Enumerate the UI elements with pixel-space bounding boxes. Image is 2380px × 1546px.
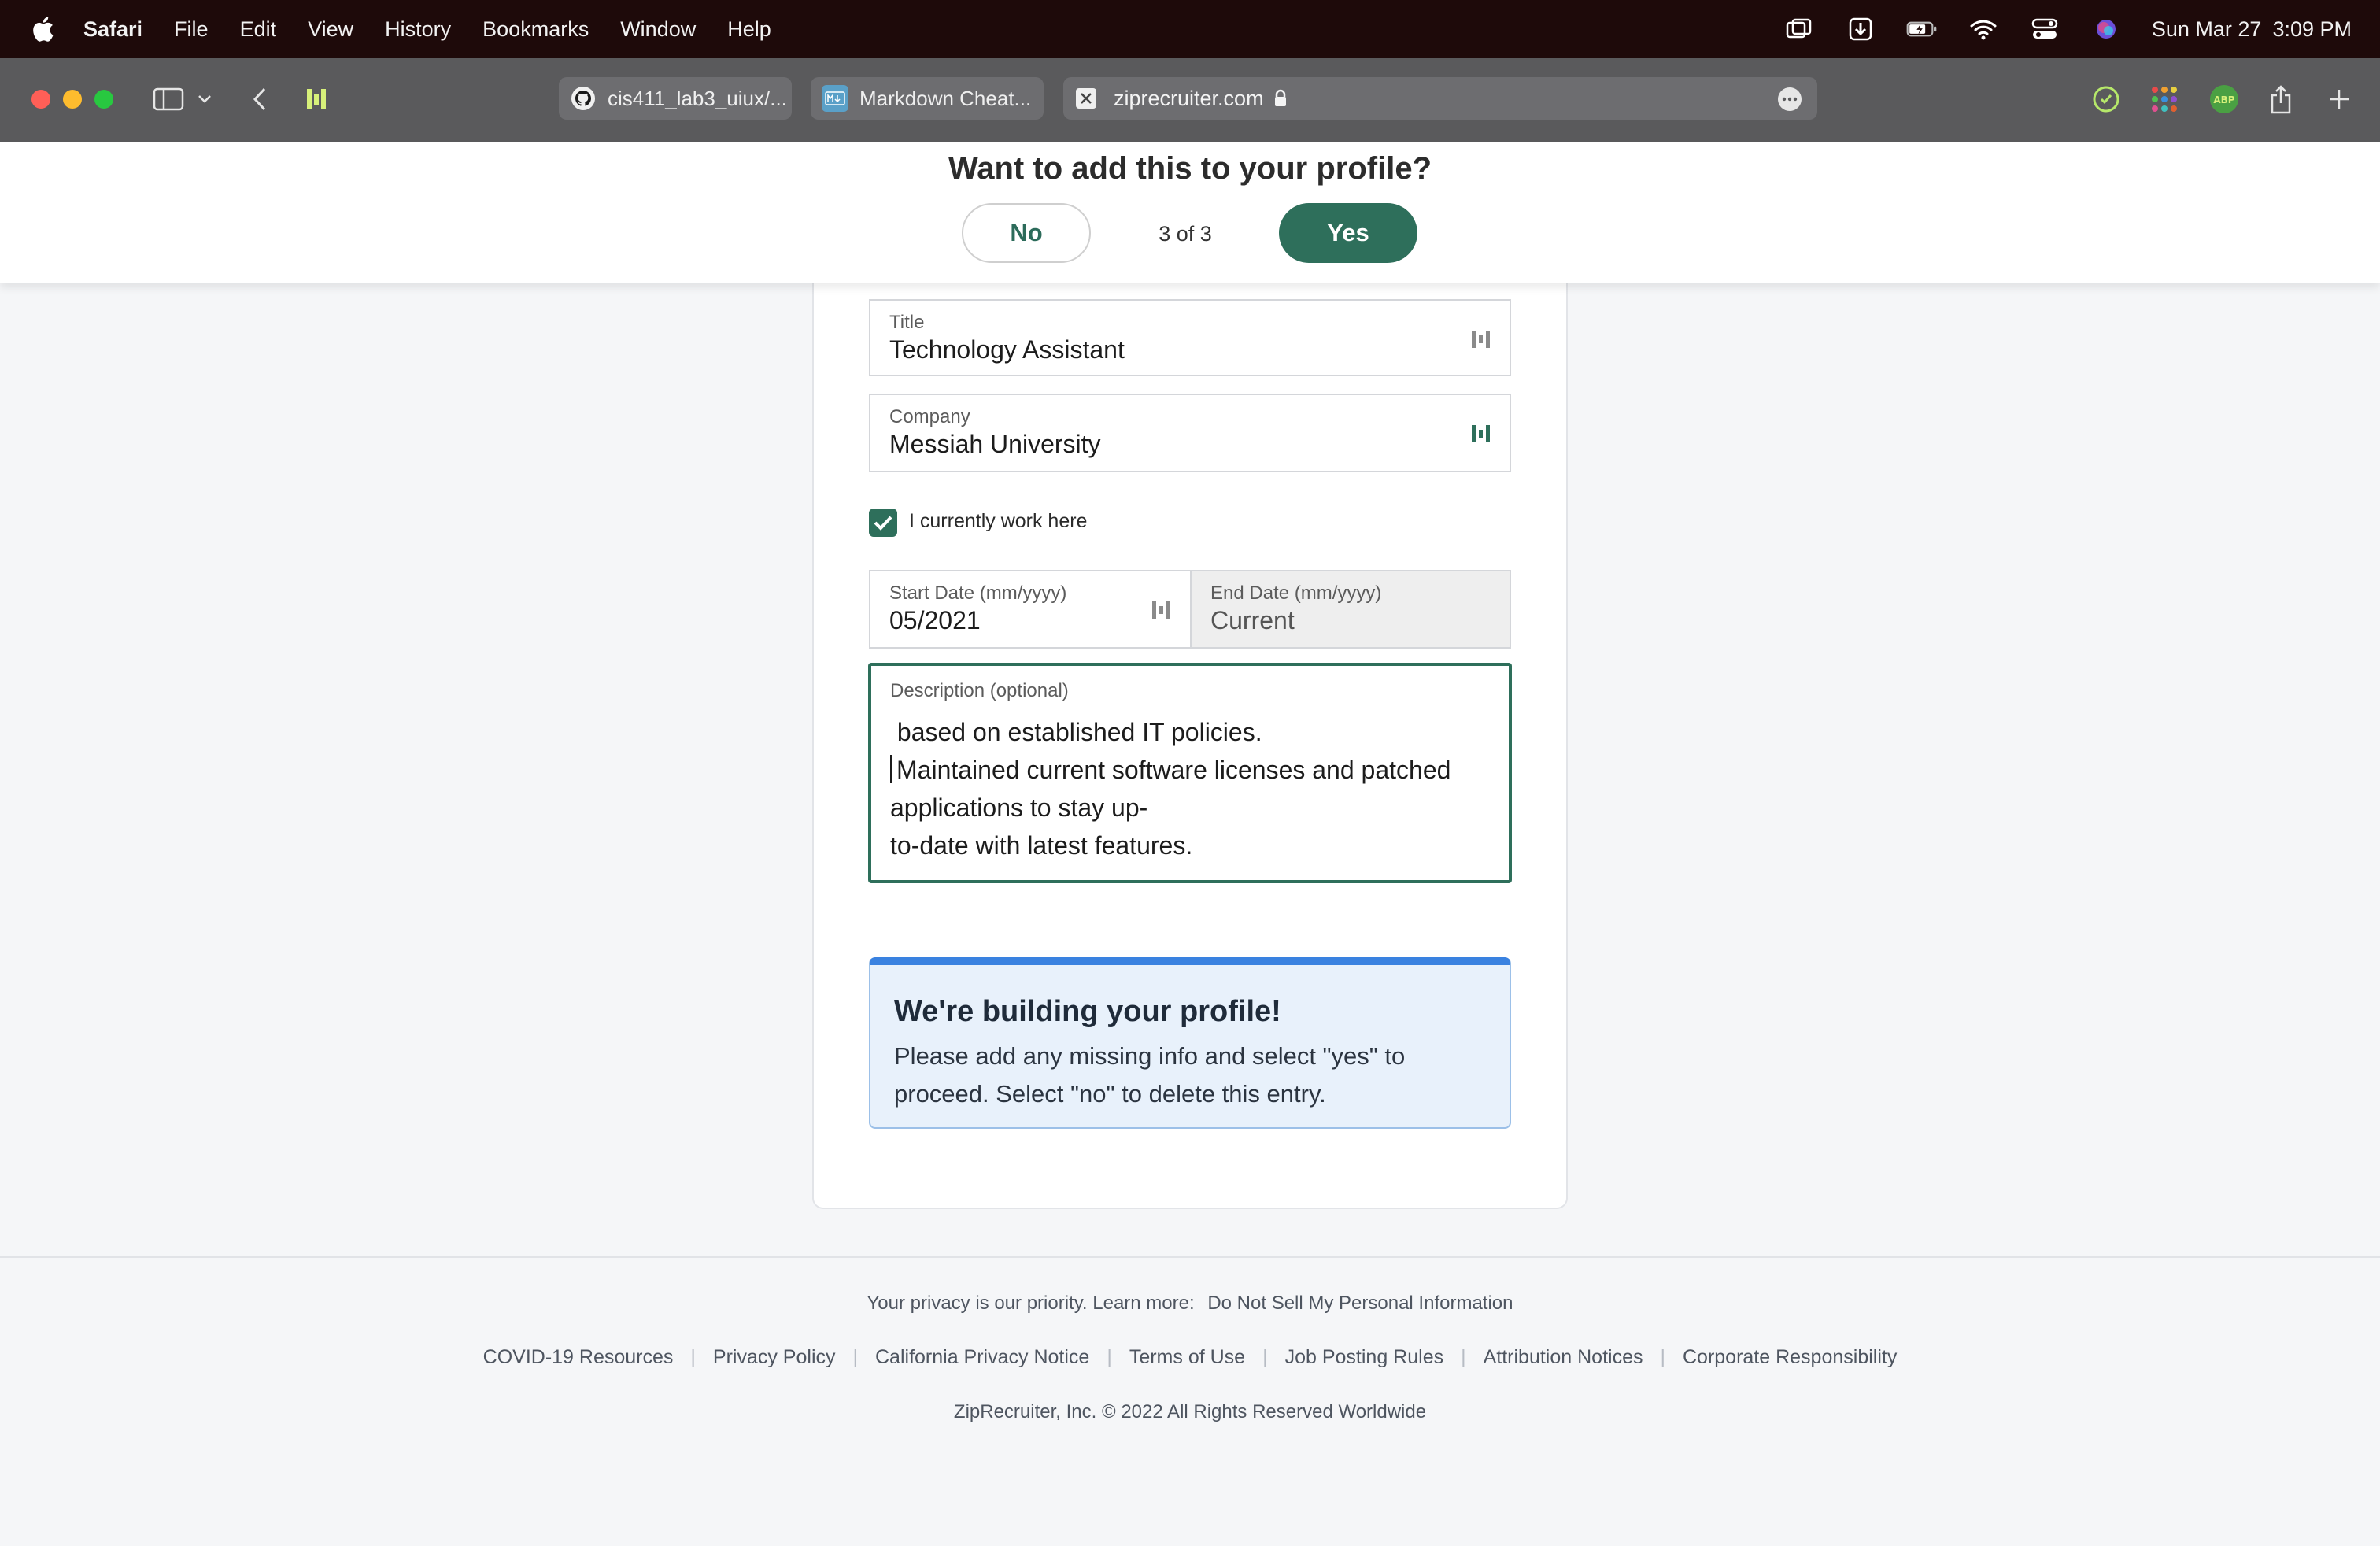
tab-markdown[interactable]: Markdown Cheat... (811, 77, 1044, 120)
wifi-icon[interactable] (1968, 16, 1999, 43)
sidebar-icon[interactable] (151, 82, 186, 117)
close-window-button[interactable] (31, 90, 50, 109)
footer-link-corporate-responsibility[interactable]: Corporate Responsibility (1683, 1346, 1897, 1369)
autofill-icon[interactable] (1470, 420, 1499, 452)
start-date-value: 05/2021 (889, 606, 981, 634)
start-date-field[interactable]: Start Date (mm/yyyy) 05/2021 (869, 570, 1192, 649)
footer-link-california-privacy[interactable]: California Privacy Notice (875, 1346, 1089, 1369)
siri-icon[interactable] (2090, 16, 2122, 43)
privacy-text: Your privacy is our priority. Learn more… (867, 1293, 1195, 1314)
end-date-value: Current (1210, 606, 1295, 634)
footer-privacy: Your privacy is our priority. Learn more… (0, 1293, 2380, 1315)
company-label: Company (889, 406, 970, 427)
start-date-label: Start Date (mm/yyyy) (889, 583, 1067, 604)
footer-links: COVID-19 Resources | Privacy Policy | Cali… (0, 1346, 2380, 1369)
text-caret (890, 755, 892, 783)
menu-window[interactable]: Window (620, 17, 696, 42)
menu-safari[interactable]: Safari (83, 17, 142, 42)
footer-link-job-posting-rules[interactable]: Job Posting Rules (1285, 1346, 1444, 1369)
control-center-icon[interactable] (2029, 16, 2060, 43)
footer-separator: | (1660, 1346, 1665, 1368)
back-icon[interactable] (242, 82, 277, 117)
end-date-label: End Date (mm/yyyy) (1210, 583, 1382, 604)
footer-separator: | (1461, 1346, 1466, 1368)
download-icon[interactable] (1845, 16, 1876, 43)
lock-icon (1273, 89, 1288, 108)
zoom-window-button[interactable] (94, 90, 113, 109)
description-line: to-date with latest features. (890, 831, 1193, 860)
title-field[interactable]: Title Technology Assistant (869, 299, 1511, 376)
menu-edit[interactable]: Edit (240, 17, 277, 42)
menubar-date: Sun Mar 27 (2151, 17, 2262, 41)
company-field[interactable]: Company Messiah University (869, 394, 1511, 472)
banner-title: Want to add this to your profile? (948, 151, 1432, 186)
more-options-icon[interactable] (1778, 87, 1802, 111)
title-value: Technology Assistant (889, 335, 1125, 364)
github-icon (570, 85, 597, 112)
footer-separator: | (1107, 1346, 1112, 1368)
ziprecruiter-extension-icon[interactable] (299, 82, 334, 117)
refresh-extension-icon[interactable] (2089, 82, 2123, 117)
menubar-time: 3:09 PM (2272, 17, 2352, 41)
do-not-sell-link[interactable]: Do Not Sell My Personal Information (1207, 1293, 1513, 1314)
tab-label: cis411_lab3_uiux/... (608, 86, 787, 110)
share-icon[interactable] (2264, 82, 2298, 117)
minimize-window-button[interactable] (63, 90, 82, 109)
menu-history[interactable]: History (385, 17, 451, 42)
menu-file[interactable]: File (174, 17, 209, 42)
markdown-icon (822, 85, 848, 112)
notice-body: Please add any missing info and select "… (894, 1042, 1406, 1108)
yes-button[interactable]: Yes (1279, 203, 1417, 263)
ziprecruiter-favicon (1076, 88, 1096, 109)
footer-divider (0, 1256, 2380, 1258)
new-tab-icon[interactable] (2322, 82, 2356, 117)
end-date-field: End Date (mm/yyyy) Current (1190, 570, 1511, 649)
notice-heading: We're building your profile! (894, 995, 1281, 1028)
no-button[interactable]: No (962, 203, 1091, 263)
entry-counter: 3 of 3 (1159, 222, 1212, 246)
chevron-down-icon[interactable] (194, 82, 216, 117)
screen-mirroring-icon[interactable] (1783, 16, 1815, 43)
description-line: Maintained current software licenses and… (890, 756, 1451, 822)
menu-help[interactable]: Help (727, 17, 771, 42)
profile-prompt-banner: Want to add this to your profile? No 3 o… (0, 142, 2380, 283)
description-line: based on established IT policies. (890, 718, 1262, 746)
battery-icon[interactable] (1906, 16, 1938, 43)
tab-github[interactable]: cis411_lab3_uiux/... (559, 77, 792, 120)
browser-toolbar: cis411_lab3_uiux/... Markdown Cheat... z… (0, 58, 2380, 143)
title-label: Title (889, 312, 925, 333)
tab-label: Markdown Cheat... (859, 86, 1032, 110)
footer-separator: | (690, 1346, 696, 1368)
footer-separator: | (852, 1346, 859, 1368)
currently-work-here-checkbox[interactable] (869, 509, 897, 537)
menu-view[interactable]: View (308, 17, 353, 42)
footer-link-covid[interactable]: COVID-19 Resources (483, 1346, 674, 1369)
macos-menu-bar: Safari File Edit View History Bookmarks … (0, 0, 2380, 58)
address-bar[interactable]: ziprecruiter.com (1063, 77, 1817, 120)
footer-copyright: ZipRecruiter, Inc. © 2022 All Rights Res… (953, 1401, 1427, 1422)
address-text: ziprecruiter.com (1114, 86, 1264, 110)
currently-work-here-label: I currently work here (909, 510, 1088, 532)
description-label: Description (optional) (890, 680, 1069, 701)
apple-icon[interactable] (28, 13, 57, 45)
profile-notice: We're building your profile! Please add … (869, 957, 1511, 1129)
menu-bookmarks[interactable]: Bookmarks (482, 17, 589, 42)
adblock-extension-icon[interactable]: ABP (2207, 82, 2241, 117)
adblock-badge-text: ABP (2213, 94, 2234, 105)
checkmark-icon (874, 516, 893, 531)
description-textarea[interactable]: Description (optional) based on establis… (868, 663, 1512, 883)
footer-link-privacy-policy[interactable]: Privacy Policy (713, 1346, 836, 1369)
footer-separator: | (1262, 1346, 1268, 1368)
autofill-icon[interactable] (1151, 597, 1179, 628)
autofill-icon[interactable] (1470, 326, 1499, 357)
apps-grid-icon[interactable] (2147, 82, 2182, 117)
company-value: Messiah University (889, 430, 1101, 458)
footer-link-attribution[interactable]: Attribution Notices (1484, 1346, 1643, 1369)
footer-link-terms[interactable]: Terms of Use (1129, 1346, 1245, 1369)
